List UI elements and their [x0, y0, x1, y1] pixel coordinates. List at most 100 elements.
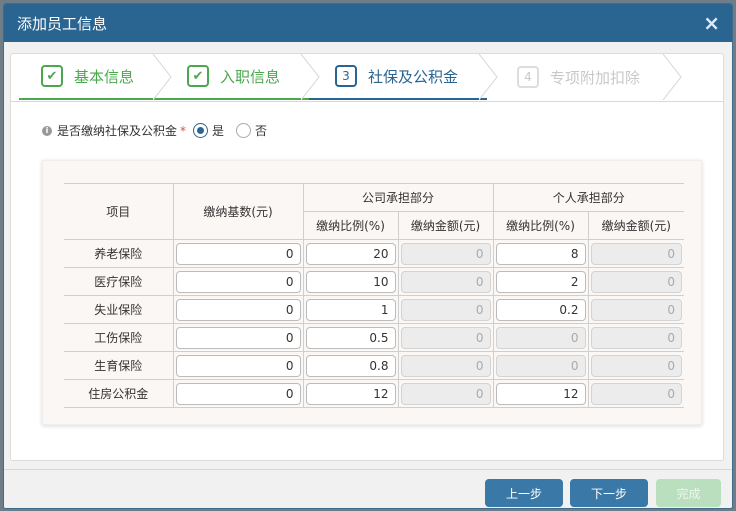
- table-cell: [587, 351, 684, 380]
- required-mark: *: [180, 123, 187, 138]
- table-row: 医疗保险: [64, 267, 684, 296]
- company-amount-field: [400, 242, 491, 265]
- row-label: 工伤保险: [64, 323, 173, 352]
- table-cell: [397, 295, 493, 324]
- header-personal-amount: 缴纳金额(元): [587, 211, 684, 240]
- step-number-badge: 4: [517, 66, 539, 88]
- company-rate-input[interactable]: [305, 326, 396, 349]
- company-rate-input[interactable]: [305, 382, 396, 405]
- table-cell: [397, 239, 493, 268]
- company-amount-field: [400, 354, 491, 377]
- table-cell: [587, 267, 684, 296]
- personal-rate-input: [495, 326, 586, 349]
- base-input[interactable]: [175, 298, 301, 321]
- step-wizard: ✔ 基本信息 ✔ 入职信息 3 社保及公积金 4 专项附加扣除: [11, 54, 723, 102]
- base-input[interactable]: [175, 242, 301, 265]
- table-row: 住房公积金: [64, 379, 684, 408]
- row-label: 医疗保险: [64, 267, 173, 296]
- info-icon: i: [42, 125, 52, 136]
- table-row: 失业保险: [64, 295, 684, 324]
- step-label: 社保及公积金: [368, 67, 459, 86]
- radio-yes[interactable]: 是: [193, 122, 224, 139]
- table-row: 工伤保险: [64, 323, 684, 352]
- insurance-panel: 项目 缴纳基数(元) 公司承担部分 个人承担部分 缴纳比例(%) 缴纳金额(元)…: [42, 160, 702, 425]
- table-cell: [397, 267, 493, 296]
- radio-label: 否: [255, 124, 268, 138]
- table-cell: [172, 295, 303, 324]
- table-cell: [302, 295, 398, 324]
- prev-step-button[interactable]: 上一步: [485, 479, 563, 507]
- company-rate-input[interactable]: [305, 354, 396, 377]
- step-employment-info[interactable]: ✔ 入职信息: [161, 54, 309, 100]
- table-cell: [492, 351, 588, 380]
- personal-rate-input[interactable]: [495, 242, 586, 265]
- company-amount-field: [400, 298, 491, 321]
- header-personal-rate: 缴纳比例(%): [492, 211, 588, 240]
- step-basic-info[interactable]: ✔ 基本信息: [19, 54, 161, 100]
- personal-rate-input[interactable]: [495, 382, 586, 405]
- personal-rate-input: [495, 354, 586, 377]
- company-rate-input[interactable]: [305, 242, 396, 265]
- table-row: 生育保险: [64, 351, 684, 380]
- base-input[interactable]: [175, 382, 301, 405]
- table-row: 养老保险: [64, 239, 684, 268]
- next-step-button[interactable]: 下一步: [570, 479, 648, 507]
- table-cell: [492, 267, 588, 296]
- pay-social-security-question: i 是否缴纳社保及公积金 * 是 否: [42, 122, 267, 139]
- company-rate-input[interactable]: [305, 270, 396, 293]
- table-cell: [587, 379, 684, 408]
- company-amount-field: [400, 326, 491, 349]
- step-special-deduction[interactable]: 4 专项附加扣除: [487, 54, 665, 100]
- finish-button[interactable]: 完成: [656, 479, 721, 507]
- insurance-table: 项目 缴纳基数(元) 公司承担部分 个人承担部分 缴纳比例(%) 缴纳金额(元)…: [64, 183, 684, 408]
- base-input[interactable]: [175, 354, 301, 377]
- dialog-title: 添加员工信息: [17, 14, 108, 33]
- table-cell: [587, 323, 684, 352]
- dialog-content: ✔ 基本信息 ✔ 入职信息 3 社保及公积金 4 专项附加扣除 i 是否缴纳社保…: [10, 53, 724, 461]
- table-cell: [492, 239, 588, 268]
- add-employee-dialog: 添加员工信息 × ✔ 基本信息 ✔ 入职信息 3 社保及公积金 4 专项附加扣除: [3, 3, 733, 509]
- close-icon[interactable]: ×: [703, 13, 720, 33]
- table-cell: [172, 351, 303, 380]
- header-personal-group: 个人承担部分: [492, 183, 684, 212]
- table-cell: [172, 267, 303, 296]
- personal-rate-input[interactable]: [495, 270, 586, 293]
- header-company-group: 公司承担部分: [302, 183, 493, 212]
- table-cell: [587, 295, 684, 324]
- table-cell: [172, 379, 303, 408]
- base-input[interactable]: [175, 326, 301, 349]
- radio-no[interactable]: 否: [236, 122, 267, 139]
- base-input[interactable]: [175, 270, 301, 293]
- table-cell: [172, 323, 303, 352]
- row-label: 养老保险: [64, 239, 173, 268]
- step-label: 基本信息: [74, 67, 135, 86]
- table-cell: [397, 351, 493, 380]
- personal-amount-field: [590, 326, 682, 349]
- personal-amount-field: [590, 382, 682, 405]
- table-cell: [302, 379, 398, 408]
- dialog-titlebar: 添加员工信息 ×: [4, 4, 732, 42]
- personal-amount-field: [590, 242, 682, 265]
- company-amount-field: [400, 382, 491, 405]
- header-item: 项目: [64, 183, 173, 240]
- row-label: 住房公积金: [64, 379, 173, 408]
- table-cell: [492, 379, 588, 408]
- personal-rate-input[interactable]: [495, 298, 586, 321]
- step-social-security[interactable]: 3 社保及公积金: [309, 54, 487, 100]
- step-label: 入职信息: [220, 67, 281, 86]
- check-icon: ✔: [187, 65, 209, 87]
- table-cell: [397, 323, 493, 352]
- dialog-footer: 上一步 下一步 完成: [4, 469, 732, 508]
- table-cell: [172, 239, 303, 268]
- insurance-rows: 养老保险医疗保险失业保险工伤保险生育保险住房公积金: [64, 239, 684, 408]
- check-icon: ✔: [41, 65, 63, 87]
- step-label: 专项附加扣除: [550, 68, 641, 87]
- table-cell: [397, 379, 493, 408]
- table-cell: [302, 267, 398, 296]
- company-rate-input[interactable]: [305, 298, 396, 321]
- table-cell: [492, 323, 588, 352]
- header-company-amount: 缴纳金额(元): [397, 211, 493, 240]
- table-cell: [302, 323, 398, 352]
- step-number-badge: 3: [335, 65, 357, 87]
- radio-checked-icon: [193, 123, 209, 138]
